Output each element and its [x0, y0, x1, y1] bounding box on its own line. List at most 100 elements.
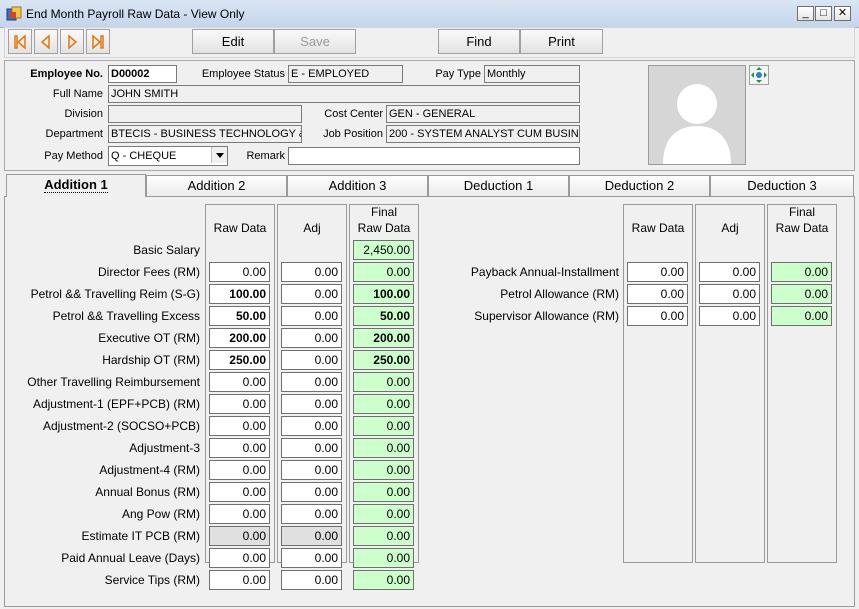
find-button[interactable]: Find — [438, 29, 520, 54]
final-raw-data-value: 200.00 — [353, 328, 414, 348]
raw-data-input[interactable]: 0.00 — [209, 416, 270, 436]
raw-data-input[interactable]: 0.00 — [209, 438, 270, 458]
raw-data-input[interactable]: 0.00 — [627, 306, 688, 326]
addition-row-right: Payback Annual-Installment 0.00 0.00 0.00 — [425, 262, 845, 282]
row-label: Petrol && Travelling Reim (S-G) — [30, 287, 200, 301]
raw-data-input[interactable]: 50.00 — [209, 306, 270, 326]
row-label: Paid Annual Leave (Days) — [61, 551, 200, 565]
addition-row: Adjustment-2 (SOCSO+PCB) 0.00 0.00 0.00 — [5, 416, 425, 436]
employee-header-panel: Employee No. D00002 Employee Status E - … — [4, 60, 855, 171]
adj-input[interactable]: 0.00 — [281, 460, 342, 480]
row-label: Annual Bonus (RM) — [95, 485, 200, 499]
close-button[interactable]: ✕ — [834, 6, 851, 21]
raw-data-input[interactable]: 0.00 — [209, 504, 270, 524]
previous-record-icon — [40, 33, 50, 50]
tab-deduction-1[interactable]: Deduction 1 — [428, 175, 569, 196]
employee-no-label: Employee No. — [30, 68, 103, 80]
final-raw-data-value: 0.00 — [771, 284, 832, 304]
raw-data-input[interactable]: 250.00 — [209, 350, 270, 370]
addition-row: Adjustment-4 (RM) 0.00 0.00 0.00 — [5, 460, 425, 480]
addition-row: Petrol && Travelling Reim (S-G) 100.00 0.0… — [5, 284, 425, 304]
final-raw-data-value: 0.00 — [771, 306, 832, 326]
raw-data-input[interactable]: 100.00 — [209, 284, 270, 304]
minimize-button[interactable]: _ — [797, 6, 814, 21]
adj-input[interactable]: 0.00 — [281, 548, 342, 568]
adj-input[interactable]: 0.00 — [281, 262, 342, 282]
adj-input[interactable]: 0.00 — [699, 262, 760, 282]
employee-no-field[interactable]: D00002 — [108, 65, 177, 83]
adj-input[interactable]: 0.00 — [281, 284, 342, 304]
right-adj-column-frame — [695, 204, 765, 563]
row-label: Payback Annual-Installment — [470, 265, 619, 279]
final-header-line2: Raw Data — [357, 221, 411, 235]
row-label: Adjustment-1 (EPF+PCB) (RM) — [32, 397, 200, 411]
pay-method-dropdown[interactable]: Q - CHEQUE — [108, 146, 228, 166]
final-raw-data-value: 0.00 — [353, 482, 414, 502]
row-label: Basic Salary — [133, 243, 200, 257]
edit-button[interactable]: Edit — [192, 29, 274, 54]
tab-deduction-2[interactable]: Deduction 2 — [569, 175, 710, 196]
previous-record-button[interactable] — [34, 29, 58, 54]
first-record-button[interactable] — [8, 29, 32, 54]
addition-row-right: Petrol Allowance (RM) 0.00 0.00 0.00 — [425, 284, 845, 304]
raw-data-input[interactable]: 0.00 — [209, 262, 270, 282]
maximize-button[interactable]: □ — [815, 6, 832, 21]
raw-data-header: Raw Data — [213, 221, 267, 235]
addition-row: Adjustment-1 (EPF+PCB) (RM) 0.00 0.00 0.00 — [5, 394, 425, 414]
adj-input[interactable]: 0.00 — [281, 570, 342, 590]
adj-input[interactable]: 0.00 — [281, 482, 342, 502]
raw-data-input[interactable]: 0.00 — [627, 284, 688, 304]
raw-data-input[interactable]: 0.00 — [209, 482, 270, 502]
full-name-label: Full Name — [52, 88, 103, 100]
tab-addition-2[interactable]: Addition 2 — [146, 175, 287, 196]
adj-input[interactable]: 0.00 — [699, 306, 760, 326]
tab-addition-3[interactable]: Addition 3 — [287, 175, 428, 196]
adj-input[interactable]: 0.00 — [281, 328, 342, 348]
job-position-label: Job Position — [323, 128, 383, 140]
adj-header: Adj — [303, 221, 321, 235]
last-record-button[interactable] — [86, 29, 110, 54]
raw-data-input[interactable]: 0.00 — [209, 570, 270, 590]
adj-input[interactable]: 0.00 — [281, 306, 342, 326]
tab-addition-1[interactable]: Addition 1 — [6, 174, 146, 197]
raw-data-input[interactable]: 0.00 — [209, 394, 270, 414]
division-label: Division — [64, 108, 103, 120]
row-label: Adjustment-2 (SOCSO+PCB) — [42, 419, 200, 433]
final-raw-data-value: 2,450.00 — [353, 240, 414, 260]
adj-input[interactable]: 0.00 — [281, 416, 342, 436]
remark-field[interactable] — [288, 147, 580, 165]
raw-data-input[interactable]: 200.00 — [209, 328, 270, 348]
job-position-field: 200 - SYSTEM ANALYST CUM BUSINES — [386, 125, 580, 143]
first-record-icon — [14, 33, 26, 50]
raw-data-input[interactable]: 0.00 — [209, 460, 270, 480]
next-record-button[interactable] — [60, 29, 84, 54]
chevron-down-icon[interactable] — [211, 147, 227, 163]
adj-input[interactable]: 0.00 — [281, 438, 342, 458]
raw-data-input[interactable]: 0.00 — [627, 262, 688, 282]
addition-row: Other Travelling Reimbursement 0.00 0.00 0.… — [5, 372, 425, 392]
adj-input[interactable]: 0.00 — [281, 350, 342, 370]
row-label: Hardship OT (RM) — [102, 353, 200, 367]
cost-center-label: Cost Center — [324, 108, 383, 120]
row-label: Adjustment-3 — [129, 441, 200, 455]
tab-deduction-3[interactable]: Deduction 3 — [710, 175, 854, 196]
adj-input[interactable]: 0.00 — [281, 372, 342, 392]
right-adj-header: Adj — [721, 221, 739, 235]
addition-row: Basic Salary 2,450.00 — [5, 240, 425, 260]
final-raw-data-value: 0.00 — [353, 262, 414, 282]
employee-status-field: E - EMPLOYED — [288, 65, 403, 83]
row-label: Adjustment-4 (RM) — [99, 463, 200, 477]
final-raw-data-value: 0.00 — [353, 416, 414, 436]
save-button[interactable]: Save — [274, 29, 356, 54]
change-photo-button[interactable] — [749, 65, 769, 85]
adj-input[interactable]: 0.00 — [699, 284, 760, 304]
print-button[interactable]: Print — [520, 29, 603, 54]
adj-input[interactable]: 0.00 — [281, 394, 342, 414]
row-label: Director Fees (RM) — [97, 265, 200, 279]
final-raw-data-value: 50.00 — [353, 306, 414, 326]
raw-data-input[interactable]: 0.00 — [209, 372, 270, 392]
adj-input[interactable]: 0.00 — [281, 504, 342, 524]
raw-data-input[interactable]: 0.00 — [209, 548, 270, 568]
pay-type-field: Monthly — [484, 65, 580, 83]
department-label: Department — [45, 128, 103, 140]
